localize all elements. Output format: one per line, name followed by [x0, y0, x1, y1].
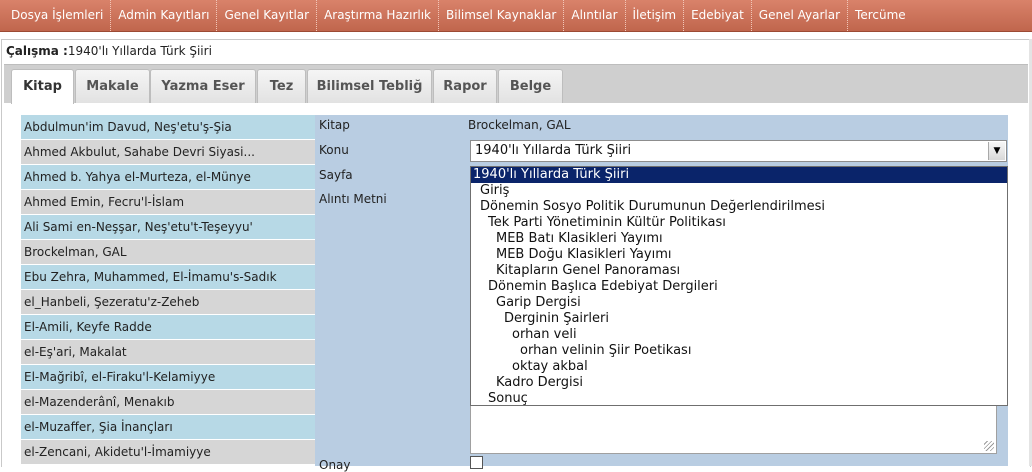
dropdown-option[interactable]: Giriş	[471, 183, 1007, 199]
dropdown-option[interactable]: orhan veli	[471, 327, 1007, 343]
menu-item-4[interactable]: Bilimsel Kaynaklar	[439, 0, 565, 31]
dropdown-option[interactable]: Dönemin Sosyo Politik Durumunun Değerlen…	[471, 199, 1007, 215]
dropdown-option[interactable]: 1940'lı Yıllarda Türk Şiiri	[471, 167, 1007, 183]
tab-bar: Kitap Makale Yazma Eser Tez Bilimsel Tebliğ R…	[4, 64, 1028, 104]
work-title-label: Çalışma :	[6, 44, 68, 58]
dropdown-option[interactable]: MEB Doğu Klasikleri Yayımı	[471, 247, 1007, 263]
tab-makale[interactable]: Makale	[75, 69, 150, 103]
list-item[interactable]: Ahmed Emin, Fecru'l-İslam	[21, 190, 315, 215]
tab-rapor[interactable]: Rapor	[433, 69, 497, 103]
dropdown-option[interactable]: Derginin Şairleri	[471, 311, 1007, 327]
list-item[interactable]: el-Zencani, Akidetu'l-İmamiyye	[21, 440, 315, 465]
top-menu-bar: Dosya İşlemleri Admin Kayıtları Genel Kayı…	[0, 0, 1032, 32]
dropdown-option[interactable]: oktay akbal	[471, 359, 1007, 375]
konu-selected-value: 1940'lı Yıllarda Türk Şiiri	[475, 143, 632, 158]
tab-tez[interactable]: Tez	[257, 69, 306, 103]
kitap-label: Kitap	[319, 118, 350, 132]
list-item[interactable]: El-Amili, Keyfe Radde	[21, 315, 315, 340]
menu-item-8[interactable]: Genel Ayarlar	[752, 0, 849, 31]
kitap-value: Brockelman, GAL	[468, 118, 571, 132]
menu-item-3[interactable]: Araştırma Hazırlık	[317, 0, 439, 31]
tab-kitap[interactable]: Kitap	[11, 69, 74, 104]
konu-dropdown-list: 1940'lı Yıllarda Türk Şiiri Giriş Dönemin …	[470, 166, 1008, 406]
menu-item-0[interactable]: Dosya İşlemleri	[0, 0, 112, 31]
dropdown-option[interactable]: MEB Batı Klasikleri Yayımı	[471, 231, 1007, 247]
work-title-value: 1940'lı Yıllarda Türk Şiiri	[67, 44, 212, 58]
dropdown-option[interactable]: Kitapların Genel Panoraması	[471, 263, 1007, 279]
tab-yazma-eser[interactable]: Yazma Eser	[150, 69, 256, 103]
list-item[interactable]: Ahmed Akbulut, Sahabe Devri Siyasi...	[21, 140, 315, 165]
menu-item-9[interactable]: Tercüme	[848, 0, 913, 31]
book-list: Abdulmun'im Davud, Neş'etu'ş-Şia Ahmed Ak…	[21, 115, 315, 465]
list-item[interactable]: Abdulmun'im Davud, Neş'etu'ş-Şia	[21, 115, 315, 140]
chevron-down-icon[interactable]: ▼	[988, 142, 1005, 160]
tab-bilimsel-tebliğ[interactable]: Bilimsel Tebliğ	[307, 69, 432, 103]
menu-item-6[interactable]: İletişim	[626, 0, 685, 31]
form-label-column: Kitap Konu Sayfa Alıntı Metni Onay	[315, 115, 465, 472]
list-item[interactable]: el-Mazenderânî, Menakıb	[21, 390, 315, 415]
list-item[interactable]: Ali Sami en-Neşşar, Neş'etu't-Teşeyyu'	[21, 215, 315, 240]
menu-item-7[interactable]: Edebiyat	[684, 0, 752, 31]
konu-select[interactable]: 1940'lı Yıllarda Türk Şiiri ▼	[470, 140, 1007, 162]
dropdown-option[interactable]: Garip Dergisi	[471, 295, 1007, 311]
dropdown-option[interactable]: Tek Parti Yönetiminin Kültür Politikası	[471, 215, 1007, 231]
resize-grip-icon[interactable]	[984, 441, 994, 451]
list-item[interactable]: Ahmed b. Yahya el-Murteza, el-Münye	[21, 165, 315, 190]
list-item[interactable]: El-Mağribî, el-Firaku'l-Kelamiyye	[21, 365, 315, 390]
dropdown-option[interactable]: Dönemin Başlıca Edebiyat Dergileri	[471, 279, 1007, 295]
dropdown-option[interactable]: orhan velinin Şiir Poetikası	[471, 343, 1007, 359]
alinti-metni-label: Alıntı Metni	[319, 192, 387, 206]
menu-item-2[interactable]: Genel Kayıtlar	[217, 0, 318, 31]
list-item[interactable]: Brockelman, GAL	[21, 240, 315, 265]
menu-item-5[interactable]: Alıntılar	[564, 0, 626, 31]
sayfa-label: Sayfa	[319, 168, 353, 182]
onay-label: Onay	[319, 458, 351, 472]
konu-label: Konu	[319, 143, 349, 157]
menu-item-1[interactable]: Admin Kayıtları	[111, 0, 218, 31]
dropdown-option[interactable]: Sonuç	[471, 391, 1007, 407]
onay-checkbox[interactable]	[470, 456, 483, 469]
list-item[interactable]: el-Eş'ari, Makalat	[21, 340, 315, 365]
list-item[interactable]: el_Hanbeli, Şezeratu'z-Zeheb	[21, 290, 315, 315]
list-item[interactable]: el-Muzaffer, Şia İnançları	[21, 415, 315, 440]
work-title: Çalışma :1940'lı Yıllarda Türk Şiiri	[6, 44, 212, 58]
alinti-metni-textarea[interactable]	[470, 406, 997, 454]
tab-belge[interactable]: Belge	[498, 69, 563, 103]
list-item[interactable]: Ebu Zehra, Muhammed, El-İmamu's-Sadık	[21, 265, 315, 290]
dropdown-option[interactable]: Kadro Dergisi	[471, 375, 1007, 391]
